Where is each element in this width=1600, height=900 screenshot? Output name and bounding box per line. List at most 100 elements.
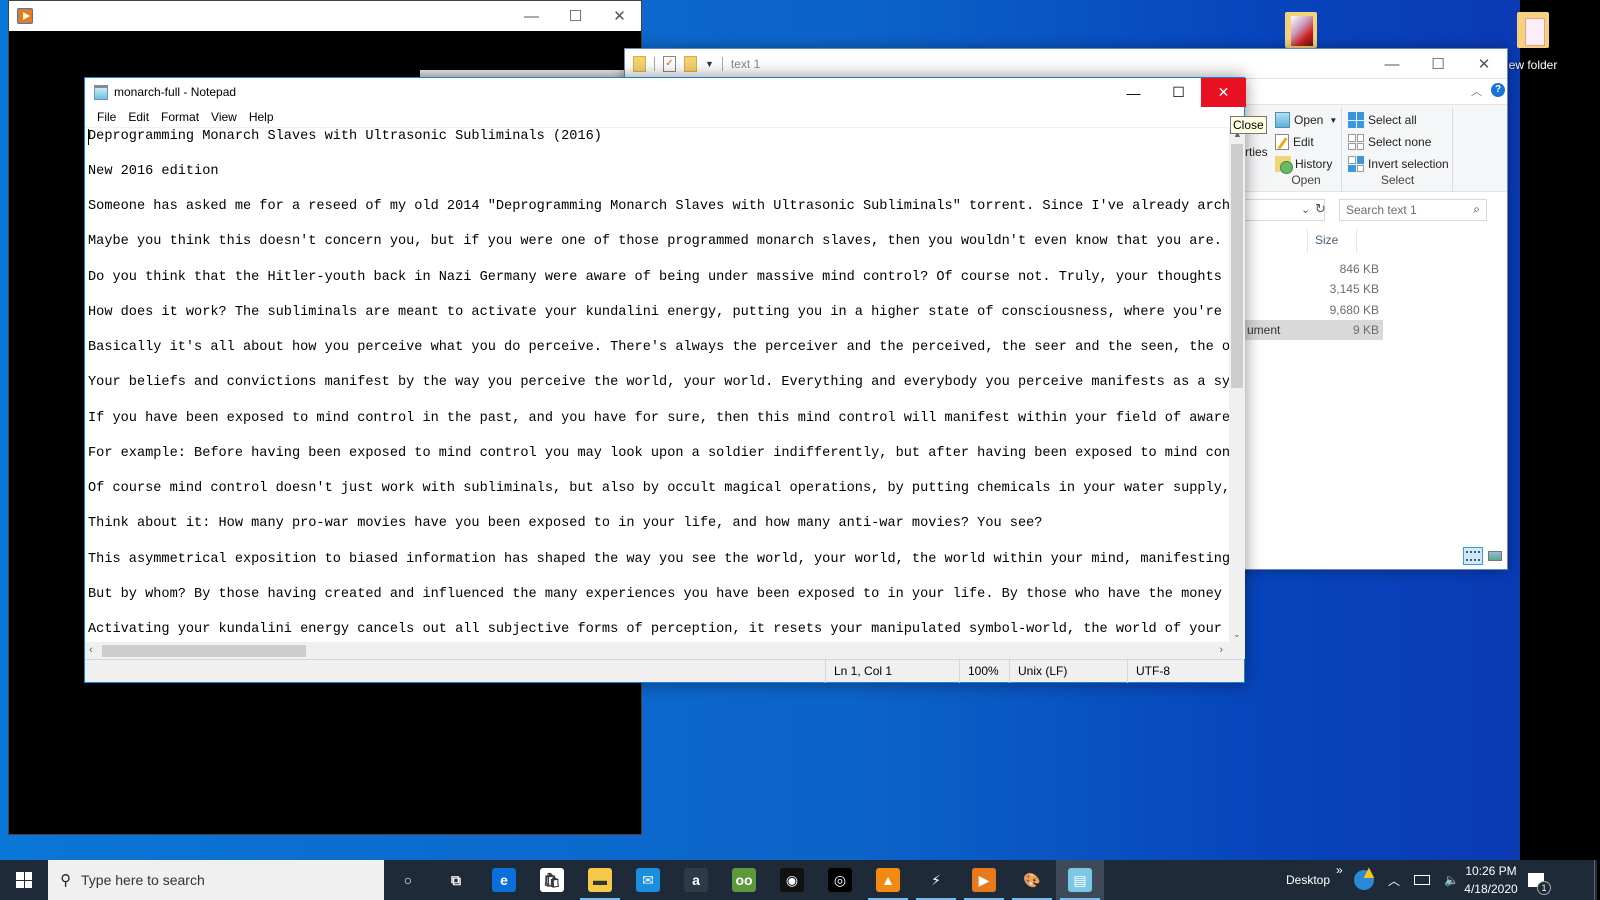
taskbar-app-tripadvisor[interactable]: oo [720,860,768,900]
taskbar-app-notepad[interactable]: ▤ [1056,860,1104,900]
show-hidden-icons-chevron-icon[interactable]: ︿ [1388,872,1400,889]
help-icon[interactable]: ? [1491,83,1505,97]
taskbar-app-task-view[interactable]: ⧉ [432,860,480,900]
scroll-right-icon[interactable]: › [1219,644,1223,656]
taskbar-app-media-player[interactable]: ▶ [960,860,1008,900]
edit-button[interactable]: Edit [1275,134,1314,150]
taskbar-app-vlc[interactable]: ▲ [864,860,912,900]
app-alert-icon[interactable]: ▲ [1354,862,1378,890]
address-bar[interactable]: ⌄ [1245,199,1325,221]
amazon-icon: a [684,868,708,892]
file-row-selected[interactable]: ument 9 KB [1245,320,1383,340]
notepad-window[interactable]: monarch-full - Notepad — ☐ ✕ File Edit F… [84,77,1246,683]
desktop-icon-new-folder[interactable]: ew folder [1498,12,1568,72]
search-icon: ⚲ [60,872,71,889]
vertical-scroll-thumb[interactable] [1231,144,1243,388]
scroll-left-icon[interactable]: ‹ [89,644,93,656]
menu-help[interactable]: Help [243,110,280,124]
horizontal-scroll-thumb[interactable] [102,645,306,657]
collapse-ribbon-icon[interactable]: ︿ [1471,83,1482,99]
action-center-button[interactable]: 1 [1528,860,1551,900]
taskbar-app-paint[interactable]: 🎨 [1008,860,1056,900]
properties-check-icon[interactable]: ✓ [663,56,676,72]
taskbar-app-webcam-app[interactable]: ◎ [816,860,864,900]
taskbar-app-cortana[interactable]: ○ [384,860,432,900]
start-button[interactable] [0,860,48,900]
system-clock[interactable]: 10:26 PM 4/18/2020 [1456,862,1526,898]
file-row[interactable]: 9,680 KB [1245,300,1383,320]
taskbar-app-winamp[interactable]: ⚡ [912,860,960,900]
text-line: Do you think that the Hitler-youth back … [88,270,1229,285]
taskbar-app-mail[interactable]: ✉ [624,860,672,900]
details-view-icon [1466,551,1480,561]
details-view-button[interactable] [1463,547,1483,565]
maximize-button[interactable]: ☐ [553,1,598,31]
text-editor[interactable]: Deprogramming Monarch Slaves with Ultras… [85,127,1229,642]
desktop-toolbar[interactable]: Desktop [1286,860,1330,900]
explorer-close-button[interactable]: ✕ [1463,49,1505,79]
menu-format[interactable]: Format [155,110,205,124]
open-button[interactable]: Open ▼ [1275,112,1337,128]
edge-icon: e [492,868,516,892]
show-desktop-button[interactable] [1594,860,1595,900]
refresh-icon[interactable]: ↻ [1315,201,1326,217]
photo-folder-icon [1285,12,1317,48]
file-row[interactable]: 846 KB [1245,259,1383,279]
select-all-button[interactable]: Select all [1348,112,1417,128]
text-line: Your beliefs and convictions manifest by… [88,375,1229,390]
large-icons-view-button[interactable] [1485,547,1505,565]
taskbar-app-camera-app[interactable]: ◉ [768,860,816,900]
scroll-down-icon[interactable]: ⌄ [1233,629,1241,640]
menu-edit[interactable]: Edit [122,110,155,124]
status-line-ending: Unix (LF) [1009,660,1127,683]
search-icon[interactable]: ⌕ [1473,202,1480,217]
history-icon [1275,156,1293,174]
search-input[interactable]: Search text 1 ⌕ [1339,199,1487,221]
text-line: Someone has asked me for a reseed of my … [88,199,1229,214]
properties-label-fragment[interactable]: rties [1245,145,1268,159]
explorer-titlebar[interactable]: ✓ ▼ text 1 — ☐ ✕ [625,49,1507,79]
taskbar-app-edge[interactable]: e [480,860,528,900]
select-none-button[interactable]: Select none [1348,134,1431,150]
file-size: 9,680 KB [1329,303,1379,317]
taskbar-search-box[interactable]: ⚲ Type here to search [48,860,384,900]
invert-selection-button[interactable]: Invert selection [1348,156,1449,172]
vertical-scrollbar[interactable]: ▲ ⌄ [1229,127,1245,642]
toolbar-overflow-icon[interactable]: » [1336,850,1343,890]
menu-file[interactable]: File [91,110,122,124]
winamp-icon: ⚡ [924,868,948,892]
close-button[interactable]: ✕ [1201,78,1246,107]
chevron-down-icon: ▼ [1329,115,1338,125]
horizontal-scrollbar[interactable]: ‹ › [85,642,1229,659]
close-tooltip: Close [1230,116,1267,134]
chevron-down-icon[interactable]: ⌄ [1301,203,1310,216]
history-button[interactable]: History [1275,156,1332,174]
text-line: This asymmetrical exposition to biased i… [88,552,1229,567]
task-view-icon: ⧉ [444,868,468,892]
file-row[interactable]: 3,145 KB [1245,279,1383,299]
folder-icon[interactable] [633,56,646,72]
address-bar-area: ⌄ ↻ Search text 1 ⌕ [1245,199,1519,221]
taskbar-app-file-explorer[interactable]: ▬ [576,860,624,900]
text-line: Deprogramming Monarch Slaves with Ultras… [88,129,602,144]
column-header-size[interactable]: Size [1307,229,1357,253]
maximize-button[interactable]: ☐ [1156,78,1201,107]
pink-folder-icon [1517,12,1549,48]
customize-dropdown-icon[interactable]: ▼ [705,59,714,69]
taskbar-app-amazon[interactable]: a [672,860,720,900]
notepad-titlebar[interactable]: monarch-full - Notepad — ☐ ✕ [85,78,1246,107]
minimize-button[interactable]: — [1111,78,1156,107]
desktop-icon-photo-folder[interactable] [1266,12,1336,48]
taskbar-app-store[interactable]: 🛍 [528,860,576,900]
new-folder-icon[interactable] [684,56,697,72]
clock-date: 4/18/2020 [1464,882,1518,896]
text-line: Think about it: How many pro-war movies … [88,516,1043,531]
network-battery-icon[interactable] [1414,875,1431,885]
menu-view[interactable]: View [205,110,243,124]
notification-count: 1 [1537,881,1551,895]
media-player-titlebar[interactable]: — ☐ ✕ [9,1,641,31]
minimize-button[interactable]: — [509,1,554,31]
explorer-minimize-button[interactable]: — [1371,49,1413,79]
explorer-maximize-button[interactable]: ☐ [1417,49,1459,79]
close-button[interactable]: ✕ [597,1,642,31]
